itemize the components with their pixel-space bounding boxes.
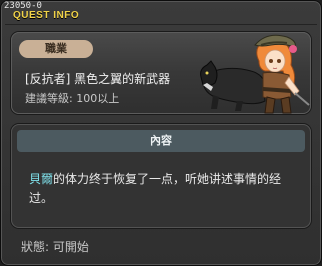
content-header: 內容: [17, 130, 305, 152]
title-divider: [5, 24, 317, 25]
eye-left: [269, 59, 273, 63]
weapon: [294, 92, 310, 106]
status-value: 可開始: [52, 240, 89, 254]
level-label: 建議等級: [25, 92, 69, 105]
content-text: 貝爾的体力终于恢复了一点，听她讲述事情的经过。: [29, 170, 301, 208]
quest-name: [反抗者] 黑色之翼的新武器: [25, 72, 171, 86]
status-label: 狀態: [21, 240, 46, 254]
quest-content-panel: 內容 貝爾的体力终于恢复了一点，听她讲述事情的经过。: [11, 124, 311, 228]
quest-info-window: 23050-0 QUEST INFO 職業 [反抗者] 黑色之翼的新武器 建議等…: [0, 0, 322, 266]
content-body: 的体力终于恢复了一点，听她讲述事情的经过。: [29, 172, 282, 205]
eye-right: [277, 59, 281, 63]
window-title: QUEST INFO: [13, 10, 80, 21]
quest-npc-portrait-icon: [200, 34, 310, 114]
panther-head: [200, 60, 218, 87]
status-separator: :: [45, 240, 50, 254]
panther-eye: [205, 71, 209, 75]
job-badge: 職業: [19, 40, 93, 58]
title-bar[interactable]: 23050-0 QUEST INFO: [1, 1, 321, 23]
recommended-level: 建議等級: 100以上: [25, 90, 119, 106]
level-value: 100以上: [76, 92, 120, 105]
npc-name[interactable]: 貝爾: [29, 172, 53, 186]
level-separator: :: [69, 92, 73, 105]
hair-flower: [289, 45, 297, 53]
quest-status: 狀態: 可開始: [21, 238, 89, 255]
